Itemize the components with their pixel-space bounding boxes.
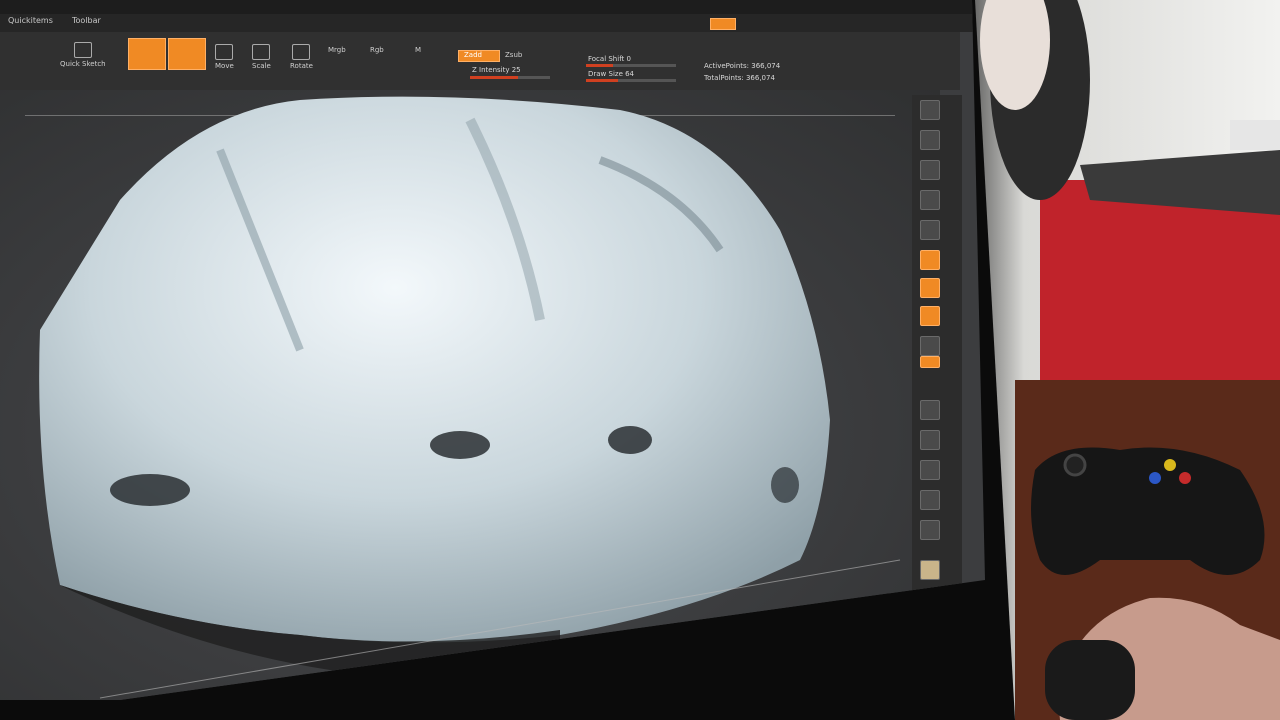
- mesh-body: [39, 96, 830, 643]
- edit-button[interactable]: [128, 38, 166, 70]
- transp-button[interactable]: [920, 490, 940, 510]
- draw-size-label: Draw Size 64: [588, 70, 635, 78]
- ghost-button[interactable]: [920, 520, 940, 540]
- move-view-button[interactable]: [920, 356, 940, 368]
- local-button[interactable]: [920, 278, 940, 298]
- mesh-eye-center: [430, 431, 490, 459]
- z-intensity-fill: [470, 76, 518, 79]
- focal-shift-fill: [586, 64, 613, 67]
- solo-button[interactable]: [920, 560, 940, 580]
- total-points: TotalPoints: 366,074: [704, 74, 775, 82]
- zadd-label: Zadd: [464, 51, 482, 59]
- scale-label: Scale: [252, 62, 271, 70]
- persp-button[interactable]: [920, 220, 940, 240]
- rotate3d-button[interactable]: [920, 430, 940, 450]
- quick-sketch-icon: [73, 42, 92, 58]
- move-label: Move: [215, 62, 234, 70]
- floor-button[interactable]: [920, 250, 940, 270]
- monitor-bezel: Quickitems Toolbar Quick Sketch Move Sca…: [0, 0, 1015, 720]
- move-button[interactable]: Move: [215, 44, 234, 70]
- rotate-icon: [292, 44, 311, 60]
- controller-button-blue: [1149, 472, 1161, 484]
- controller-stick: [1063, 453, 1087, 477]
- zoom3d-button[interactable]: [920, 400, 940, 420]
- mouse: [1045, 640, 1135, 720]
- z-intensity-label: Z Intensity 25: [472, 66, 521, 74]
- photo-stage: Quickitems Toolbar Quick Sketch Move Sca…: [0, 0, 1280, 720]
- draw-size-slider[interactable]: [586, 79, 676, 82]
- scroll-button[interactable]: [920, 100, 940, 120]
- controller-button-red: [1179, 472, 1191, 484]
- draw-button[interactable]: [168, 38, 206, 70]
- quick-sketch-label: Quick Sketch: [60, 60, 106, 68]
- zoom-button[interactable]: [920, 130, 940, 150]
- menu-bar: [0, 14, 980, 32]
- active-points: ActivePoints: 366,074: [704, 62, 781, 70]
- rotate-label: Rotate: [290, 62, 313, 70]
- zbrush-screen: Quickitems Toolbar Quick Sketch Move Sca…: [0, 0, 985, 700]
- aahalf-button[interactable]: [920, 190, 940, 210]
- polyf-button[interactable]: [920, 460, 940, 480]
- menu-item-toolbar[interactable]: Toolbar: [72, 16, 101, 25]
- zsub-button[interactable]: Zsub: [505, 51, 522, 59]
- mesh-eye-right: [608, 426, 652, 454]
- menu-item-quickitems[interactable]: Quickitems: [8, 16, 53, 25]
- focal-shift-slider[interactable]: [586, 64, 676, 67]
- mesh-eye-far-right: [771, 467, 799, 503]
- frame-button[interactable]: [920, 336, 940, 356]
- mrgb-button[interactable]: Mrgb: [328, 46, 346, 54]
- controller-button-yellow: [1164, 459, 1176, 471]
- rgb-button[interactable]: Rgb: [370, 46, 384, 54]
- mesh-eye-left: [110, 474, 190, 506]
- xyz-button[interactable]: [920, 306, 940, 326]
- white-device: [1230, 120, 1280, 150]
- focal-shift-label: Focal Shift 0: [588, 55, 631, 63]
- scale-button[interactable]: Scale: [252, 44, 271, 70]
- quick-sketch-button[interactable]: Quick Sketch: [60, 42, 106, 68]
- z-intensity-slider[interactable]: [470, 76, 550, 79]
- move-icon: [215, 44, 234, 60]
- rotate-button[interactable]: Rotate: [290, 44, 313, 70]
- m-button[interactable]: M: [415, 46, 421, 54]
- sculpt-mesh[interactable]: [0, 90, 940, 700]
- actual-button[interactable]: [920, 160, 940, 180]
- accent-indicator: [710, 18, 736, 30]
- scale-icon: [252, 44, 271, 60]
- draw-size-fill: [586, 79, 618, 82]
